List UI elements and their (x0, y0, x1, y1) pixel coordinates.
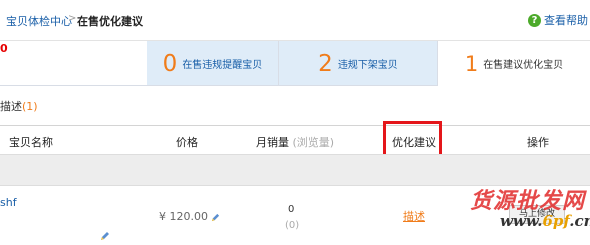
stat-tab-removed[interactable]: 2 违规下架宝贝 (279, 41, 438, 86)
breadcrumb-separator: > (68, 13, 77, 24)
stats-divider (0, 85, 438, 86)
help-label: 查看帮助 (544, 14, 588, 27)
stat-tab-optimize[interactable]: 1 在售建议优化宝贝 (438, 41, 590, 86)
watermark-url-brand: 6pf (542, 212, 570, 230)
stat-number: 0 (162, 50, 178, 77)
stat-label: 违规下架宝贝 (337, 60, 398, 71)
sub-tab-description[interactable]: 描述(1) (0, 98, 38, 114)
stat-number: 1 (464, 51, 479, 76)
watermark-title: 货源批发网 (470, 188, 586, 214)
col-header-name: 宝贝名称 (9, 136, 53, 149)
sub-tab-label: 描述 (0, 100, 22, 113)
sub-tab-count: (1) (22, 100, 38, 113)
stat-tab-violation-warning[interactable]: 0 在售违规提醒宝贝 (147, 41, 279, 86)
col-header-views-label: (浏览量) (292, 136, 335, 149)
edit-title-icon[interactable] (100, 231, 110, 241)
watermark-url-suffix: .cn (569, 212, 590, 230)
suggestion-link[interactable]: 描述 (403, 208, 425, 224)
edit-price-icon[interactable] (211, 213, 220, 222)
item-views: (0) (285, 220, 300, 231)
watermark-url-prefix: www. (500, 212, 543, 230)
breadcrumb-home-link[interactable]: 宝贝体检中心 (6, 13, 72, 29)
stat-label: 在售建议优化宝贝 (483, 60, 564, 71)
alert-count: 0 (0, 42, 8, 55)
item-price: ¥ 120.00 (159, 210, 220, 223)
item-name-link[interactable]: shf (0, 196, 17, 209)
item-price-value: ¥ 120.00 (159, 210, 208, 223)
page-title: 在售优化建议 (77, 15, 143, 28)
question-icon: ? (528, 13, 541, 27)
col-header-sales: 月销量 (浏览量) (256, 134, 334, 150)
col-header-sales-label: 月销量 (256, 136, 289, 149)
item-sales: 0 (288, 204, 295, 215)
stat-number: 2 (318, 50, 333, 77)
watermark-url: www.6pf.cn (500, 212, 590, 230)
help-link[interactable]: ? 查看帮助 (528, 12, 588, 28)
highlight-box (383, 121, 442, 157)
stat-label: 在售违规提醒宝贝 (182, 60, 263, 71)
col-header-price: 价格 (176, 136, 198, 149)
table-group-row (0, 154, 590, 186)
col-header-action: 操作 (527, 136, 549, 149)
